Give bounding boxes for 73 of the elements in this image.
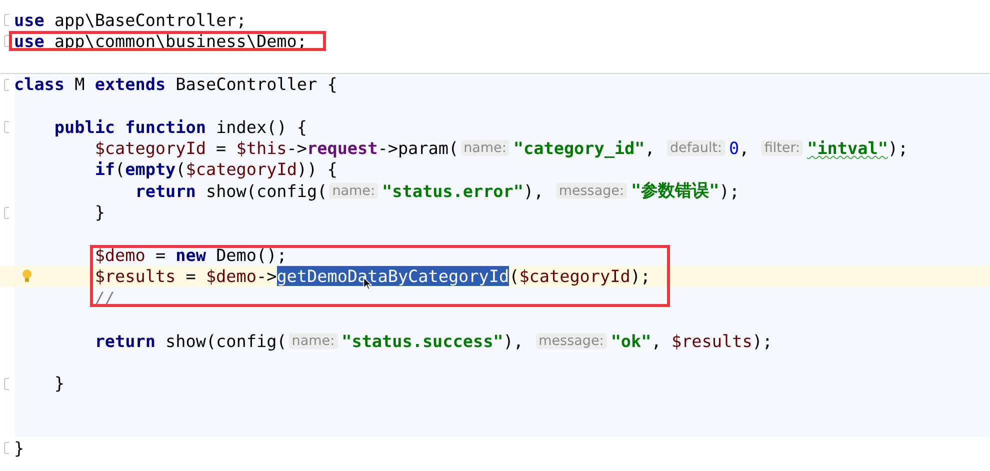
string-literal: "ok" bbox=[610, 330, 652, 351]
code-text: ), bbox=[503, 330, 524, 351]
fold-marker-icon[interactable] bbox=[4, 79, 9, 92]
code-text: )) { bbox=[296, 159, 338, 180]
lightbulb-icon[interactable] bbox=[22, 268, 32, 283]
fold-marker-icon[interactable] bbox=[4, 35, 9, 48]
code-text: -> bbox=[256, 266, 277, 286]
string-literal: "category_id" bbox=[513, 138, 645, 158]
fold-marker-icon[interactable] bbox=[4, 442, 9, 454]
code-text: -> bbox=[286, 138, 308, 158]
string-literal: "参数错误" bbox=[631, 179, 720, 202]
code-text: ->param( bbox=[378, 138, 459, 158]
code-text: ( bbox=[509, 266, 520, 286]
code-text: M bbox=[74, 74, 86, 94]
parameter-hint: message: bbox=[536, 332, 607, 349]
keyword: function bbox=[124, 116, 206, 137]
code-text: } bbox=[14, 438, 24, 458]
code-text: = bbox=[154, 244, 167, 265]
variable: $demo bbox=[206, 266, 256, 286]
code-text: Demo(); bbox=[215, 244, 287, 265]
string-literal: "status.error" bbox=[382, 180, 524, 201]
keyword: use bbox=[14, 31, 44, 52]
code-text: BaseController { bbox=[174, 74, 338, 94]
code-text: , bbox=[651, 330, 662, 351]
code-text: = bbox=[184, 266, 197, 286]
variable: $results bbox=[94, 266, 176, 286]
code-text: ( bbox=[176, 159, 186, 180]
selected-text: getDemoDataByCategoryId bbox=[276, 266, 510, 286]
code-text: app\common\business\Demo; bbox=[53, 31, 307, 52]
parameter-hint: filter: bbox=[761, 140, 804, 156]
parameter-hint: name: bbox=[329, 182, 378, 199]
code-text: , bbox=[739, 138, 750, 158]
keyword: use bbox=[14, 10, 44, 30]
keyword: empty bbox=[125, 159, 176, 180]
number-literal: 0 bbox=[729, 138, 740, 158]
variable: $this bbox=[236, 138, 287, 158]
parameter-hint: message: bbox=[556, 182, 628, 199]
parameter-hint: default: bbox=[666, 140, 726, 156]
keyword: return bbox=[94, 330, 156, 351]
code-text: = bbox=[215, 138, 228, 158]
code-text: , bbox=[644, 138, 656, 158]
code-text: ); bbox=[630, 266, 651, 286]
code-text: ( bbox=[115, 159, 126, 180]
parameter-hint: name: bbox=[460, 140, 510, 156]
code-text: show(config( bbox=[164, 330, 287, 351]
keyword: new bbox=[176, 244, 206, 265]
variable: $categoryId bbox=[186, 159, 297, 180]
keyword: public bbox=[54, 116, 116, 137]
code-text: } bbox=[94, 202, 105, 222]
variable: $categoryId bbox=[94, 138, 206, 158]
string-literal: "status.success" bbox=[342, 330, 504, 351]
keyword: return bbox=[135, 180, 196, 201]
variable: $demo bbox=[94, 244, 146, 265]
code-text: } bbox=[54, 373, 65, 394]
keyword: if bbox=[94, 159, 116, 180]
code-text: ), bbox=[524, 180, 545, 201]
code-text: index() { bbox=[215, 116, 308, 137]
fold-marker-icon[interactable] bbox=[4, 378, 9, 390]
string-literal: "intval" bbox=[807, 138, 888, 158]
fold-marker-icon[interactable] bbox=[4, 14, 9, 26]
keyword: class bbox=[14, 74, 65, 94]
code-text: show(config( bbox=[204, 180, 328, 201]
fold-marker-icon[interactable] bbox=[4, 120, 9, 133]
code-text: ); bbox=[888, 138, 908, 158]
parameter-hint: name: bbox=[288, 332, 338, 349]
variable: $categoryId bbox=[519, 266, 630, 286]
code-text: app\BaseController; bbox=[53, 10, 246, 30]
method-name: request bbox=[307, 138, 378, 158]
fold-marker-icon[interactable] bbox=[4, 206, 9, 219]
keyword: extends bbox=[94, 74, 166, 94]
code-text: ); bbox=[752, 330, 773, 351]
code-text: ); bbox=[719, 180, 740, 201]
variable: $results bbox=[671, 330, 752, 351]
